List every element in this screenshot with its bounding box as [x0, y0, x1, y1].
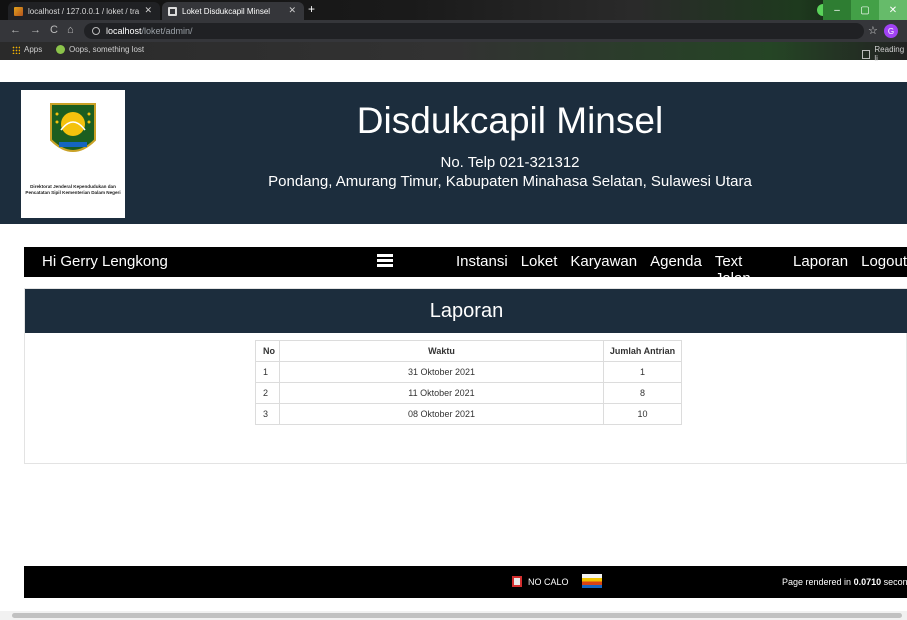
- address-bar-row: ←→C⌂ localhost/loket/admin/: [0, 20, 907, 42]
- bookmark-item[interactable]: Oops, something lost: [56, 45, 144, 54]
- nav-link-karyawan[interactable]: Karyawan: [570, 253, 637, 287]
- reading-list-icon: [862, 49, 871, 59]
- browser-tab-strip: localhost / 127.0.0.1 / loket / tra ✕ Lo…: [0, 0, 907, 20]
- site-header: Direktorat Jenderal Kependudukan dan Pen…: [0, 82, 907, 224]
- url-path: /loket/admin/: [141, 26, 193, 36]
- banner-logo-icon: [582, 574, 602, 588]
- nav-buttons: ←→C⌂: [10, 24, 83, 36]
- table-header-row: No Waktu Jumlah Antrian: [255, 340, 682, 362]
- top-navbar: Hi Gerry Lengkong Instansi Loket Karyawa…: [24, 247, 907, 287]
- column-header: Jumlah Antrian: [603, 340, 682, 362]
- forward-icon[interactable]: →: [30, 24, 50, 36]
- nav-link-instansi[interactable]: Instansi: [456, 253, 508, 287]
- cell-no: 2: [255, 382, 280, 404]
- site-phone: No. Telp 021-321312: [440, 154, 580, 171]
- panel-title: Laporan: [25, 289, 907, 333]
- minimize-button[interactable]: –: [823, 0, 851, 20]
- column-header: No: [255, 340, 280, 362]
- bookmarks-bar: Apps Oops, something lost Reading li: [0, 42, 907, 63]
- cell-waktu: 11 Oktober 2021: [279, 382, 604, 404]
- site-address: Pondang, Amurang Timur, Kabupaten Minaha…: [268, 173, 752, 190]
- horizontal-scrollbar[interactable]: [0, 611, 907, 620]
- nav-link-logout[interactable]: Logout: [861, 253, 907, 287]
- render-time: Page rendered in 0.0710 seconds: [782, 577, 907, 587]
- browser-tab-loket[interactable]: Loket Disdukcapil Minsel ✕: [162, 2, 304, 20]
- cell-jumlah: 10: [603, 403, 682, 425]
- render-suffix: seconds: [883, 577, 907, 587]
- url-input[interactable]: localhost/loket/admin/: [84, 23, 864, 39]
- browser-tab-phpmyadmin[interactable]: localhost / 127.0.0.1 / loket / tra ✕: [8, 2, 160, 20]
- window-controls: – ▢ ✕: [823, 0, 907, 20]
- render-prefix: Page rendered in: [782, 577, 854, 587]
- scrollbar-thumb[interactable]: [12, 613, 902, 618]
- page-footer: NO CALO Page rendered in 0.0710 seconds: [24, 566, 907, 598]
- garuda-crest-icon: [50, 103, 96, 152]
- table-row: 1 31 Oktober 2021 1: [255, 361, 682, 383]
- phpmyadmin-icon: [14, 6, 23, 16]
- bookmark-label: Oops, something lost: [69, 45, 145, 54]
- back-icon[interactable]: ←: [10, 24, 30, 36]
- logo-caption: Direktorat Jenderal Kependudukan dan Pen…: [25, 184, 121, 195]
- nav-link-agenda[interactable]: Agenda: [650, 253, 702, 287]
- logo: Direktorat Jenderal Kependudukan dan Pen…: [21, 90, 125, 218]
- maximize-button[interactable]: ▢: [851, 0, 879, 20]
- cell-no: 1: [255, 361, 280, 383]
- nav-links: Instansi Loket Karyawan Agenda Text Jala…: [456, 253, 907, 287]
- url-host: localhost: [106, 26, 142, 36]
- page-title: Disdukcapil Minsel: [356, 100, 664, 141]
- table-row: 3 08 Oktober 2021 10: [255, 403, 682, 425]
- tab-title: localhost / 127.0.0.1 / loket / tra: [28, 6, 140, 16]
- close-tab-icon[interactable]: ✕: [144, 5, 152, 16]
- bookmark-label: Apps: [24, 45, 43, 54]
- nav-link-laporan[interactable]: Laporan: [793, 253, 848, 287]
- globe-icon: [56, 45, 65, 54]
- column-header: Waktu: [279, 340, 604, 362]
- nav-link-loket[interactable]: Loket: [521, 253, 558, 287]
- nav-link-text-jalan[interactable]: Text Jalan: [715, 253, 780, 287]
- nocalo-label: NO CALO: [528, 576, 569, 587]
- cell-waktu: 31 Oktober 2021: [279, 361, 604, 383]
- render-value: 0.0710: [853, 577, 882, 587]
- close-window-button[interactable]: ✕: [879, 0, 907, 20]
- home-icon[interactable]: ⌂: [67, 24, 83, 36]
- cell-jumlah: 8: [603, 382, 682, 404]
- bookmark-star-icon[interactable]: ☆: [868, 24, 878, 37]
- monitor-icon: [168, 6, 177, 16]
- cell-jumlah: 1: [603, 361, 682, 383]
- tab-title: Loket Disdukcapil Minsel: [182, 6, 271, 16]
- close-tab-icon[interactable]: ✕: [288, 5, 296, 16]
- bookmark-apps[interactable]: Apps: [12, 45, 42, 54]
- cell-no: 3: [255, 403, 280, 425]
- new-tab-button[interactable]: +: [308, 2, 315, 16]
- info-icon[interactable]: [92, 27, 100, 35]
- reload-icon[interactable]: C: [50, 24, 67, 36]
- table-row: 2 11 Oktober 2021 8: [255, 382, 682, 404]
- user-greeting: Hi Gerry Lengkong: [42, 253, 168, 270]
- menu-list-icon[interactable]: [377, 254, 393, 270]
- profile-avatar[interactable]: G: [884, 24, 898, 38]
- reading-list[interactable]: Reading li: [862, 45, 907, 63]
- cell-waktu: 08 Oktober 2021: [279, 403, 604, 425]
- nocalo-badge: NO CALO: [512, 576, 569, 587]
- apps-grid-icon: [12, 45, 20, 54]
- report-panel: Laporan No Waktu Jumlah Antrian 1 31 Okt…: [24, 288, 907, 464]
- no-calo-icon: [512, 576, 522, 587]
- bookmark-label: Reading li: [874, 45, 905, 63]
- report-table: No Waktu Jumlah Antrian 1 31 Oktober 202…: [255, 340, 682, 425]
